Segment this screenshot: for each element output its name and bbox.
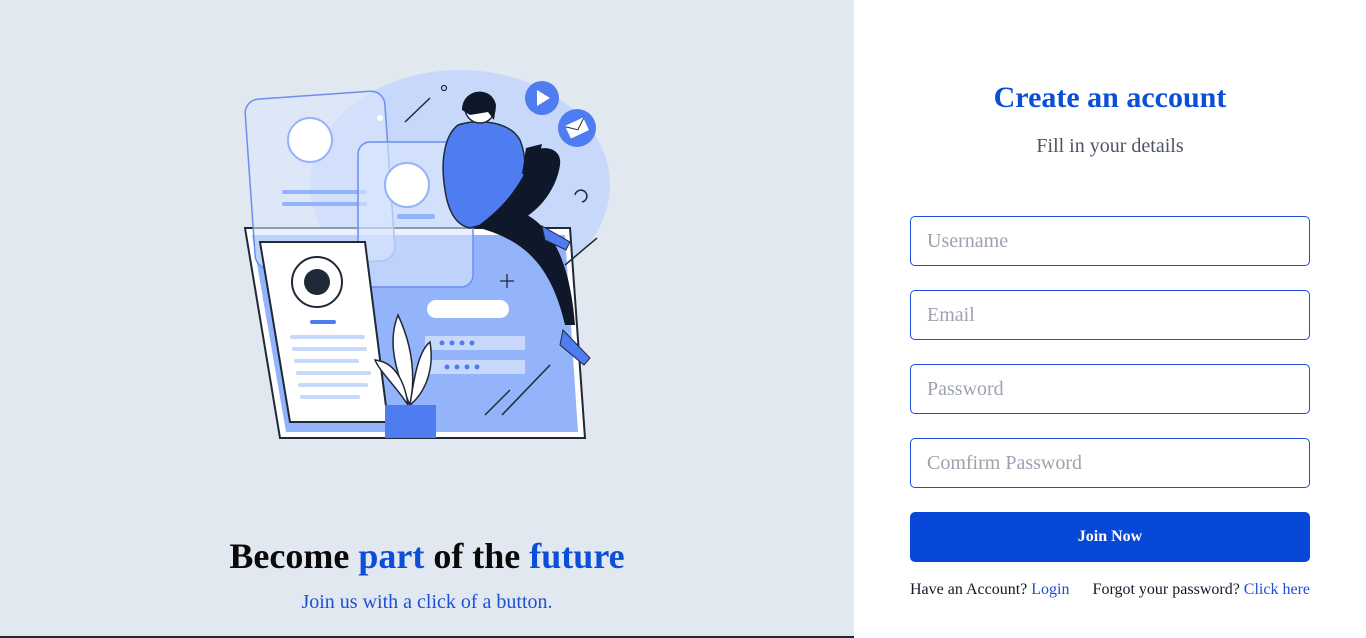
profile-avatar-face [304, 269, 330, 295]
join-now-button[interactable]: Join Now [910, 512, 1310, 562]
forgot-prompt: Forgot your password? Click here [1093, 580, 1310, 600]
hero-heading-accent: future [529, 536, 625, 576]
footer-links: Have an Account? Login Forgot your passw… [910, 580, 1310, 600]
login-prompt: Have an Account? Login [910, 580, 1070, 600]
profile-line [310, 320, 336, 324]
dot [459, 340, 465, 346]
dot [449, 340, 455, 346]
card-avatar-2 [384, 162, 430, 208]
card-line [282, 190, 367, 194]
screen-pill [427, 300, 509, 318]
plant-pot [385, 405, 436, 438]
username-input[interactable] [910, 216, 1310, 266]
dot [439, 340, 445, 346]
hero-subheading: Join us with a click of a button. [301, 591, 553, 613]
confirm-password-input[interactable] [910, 438, 1310, 488]
signup-panel: Create an account Fill in your details J… [854, 0, 1366, 638]
profile-line [294, 359, 359, 363]
signup-illustration [243, 70, 610, 439]
card-line [282, 202, 367, 206]
left-panel: Become part of the future Join us with a… [0, 0, 854, 638]
profile-line [292, 347, 367, 351]
form-subtitle: Fill in your details [1036, 135, 1184, 157]
password-input[interactable] [910, 364, 1310, 414]
hero-heading-accent: part [358, 536, 425, 576]
profile-line [300, 395, 360, 399]
card-avatar-1 [287, 117, 333, 163]
deco-dot [377, 115, 383, 121]
hero-heading-part3: of the [424, 536, 530, 576]
dot [444, 364, 450, 370]
email-input[interactable] [910, 290, 1310, 340]
profile-line [298, 383, 368, 387]
dot [454, 364, 460, 370]
form-title: Create an account [993, 81, 1227, 114]
card-line [397, 214, 435, 219]
dot [464, 364, 470, 370]
click-here-link[interactable]: Click here [1244, 581, 1310, 598]
profile-line [290, 335, 365, 339]
profile-line [296, 371, 371, 375]
hero-heading: Become part of the future [0, 534, 854, 578]
dot [474, 364, 480, 370]
dot [469, 340, 475, 346]
login-link[interactable]: Login [1031, 581, 1069, 598]
have-account-text: Have an Account? [910, 581, 1028, 598]
forgot-password-text: Forgot your password? [1092, 581, 1240, 598]
hero-heading-part1: Become [229, 536, 359, 576]
